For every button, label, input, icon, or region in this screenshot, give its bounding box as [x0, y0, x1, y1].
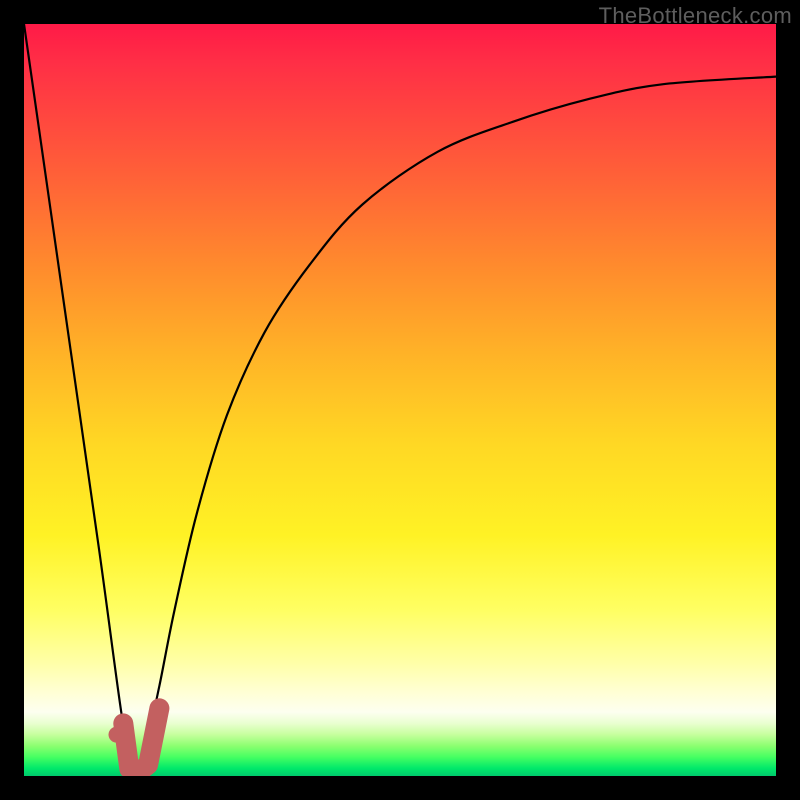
marker-dot-icon	[109, 727, 125, 743]
bottleneck-curve	[24, 24, 776, 776]
chart-frame	[24, 24, 776, 776]
check-marker-icon	[123, 708, 159, 772]
curve-line	[24, 24, 776, 776]
watermark-text: TheBottleneck.com	[599, 3, 792, 29]
